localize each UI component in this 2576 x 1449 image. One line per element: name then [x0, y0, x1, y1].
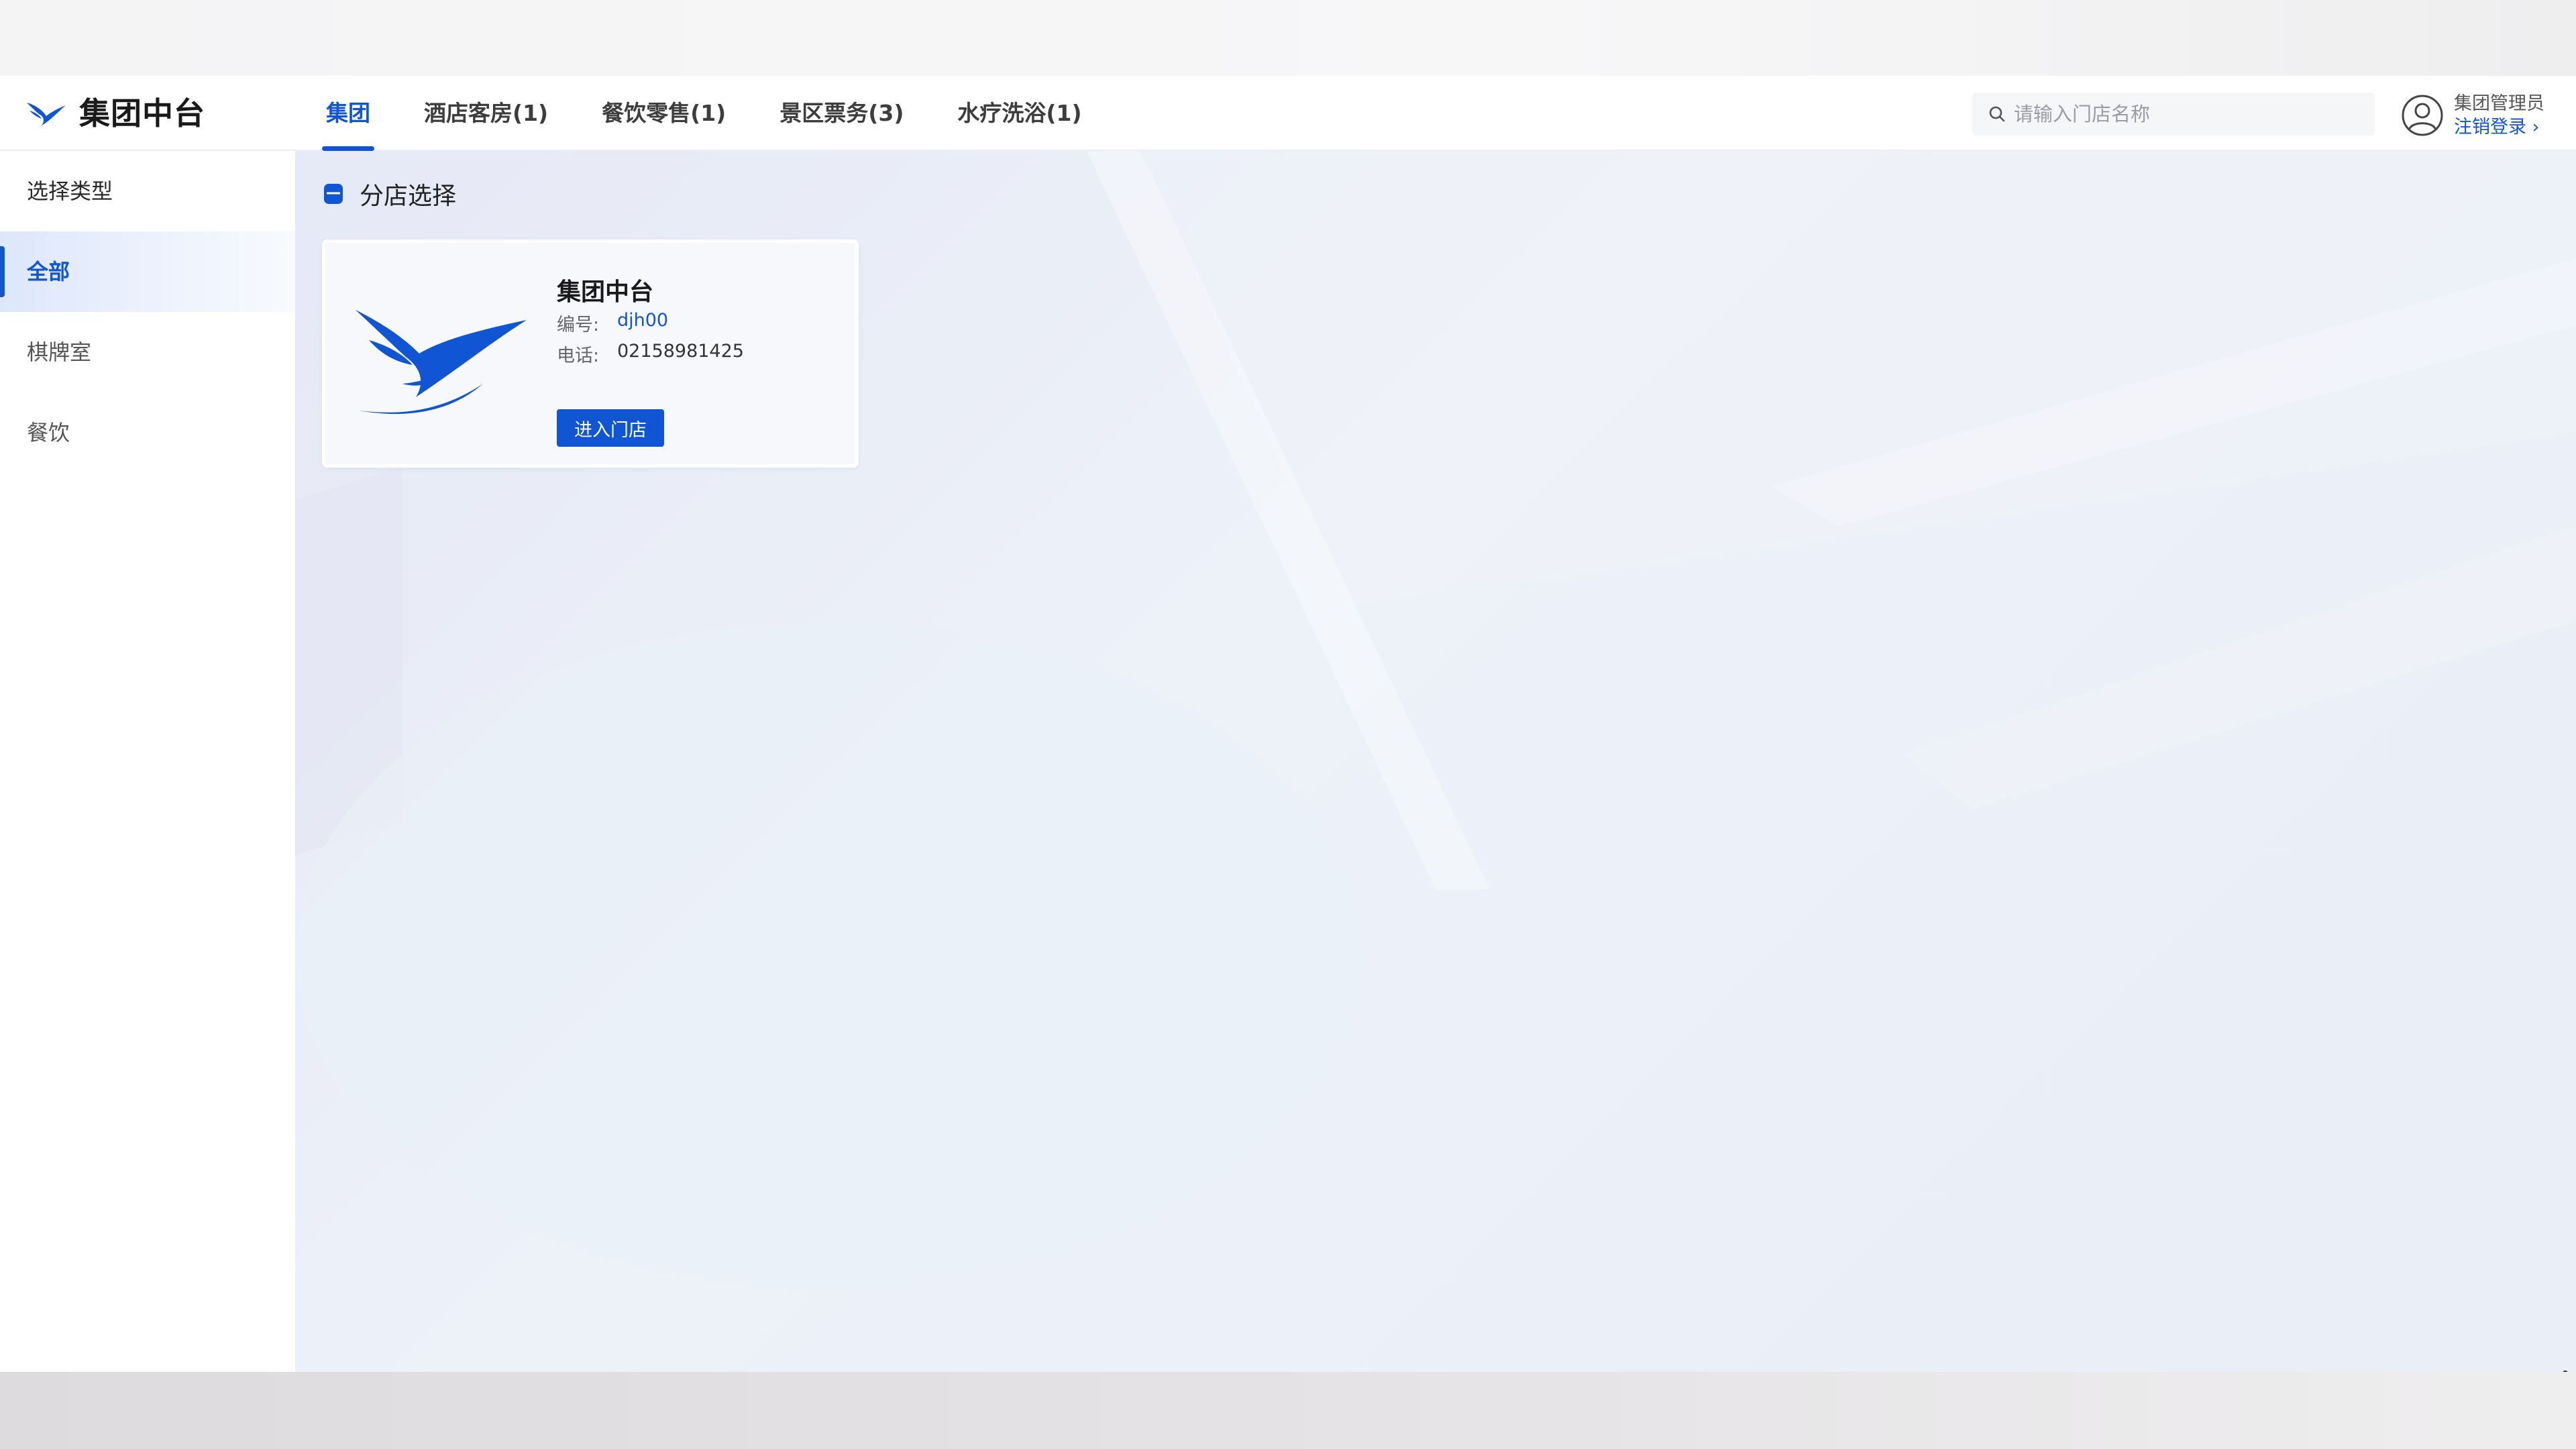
store-code-label: 编号:	[557, 315, 600, 335]
section-title-text: 分店选择	[360, 182, 457, 210]
user-avatar-icon[interactable]	[2400, 93, 2445, 138]
user-menu[interactable]: 集团管理员 注销登录 ›	[2400, 92, 2544, 139]
main-content: 分店选择 集团中台 编号: djh00 电话: 02158981425 进入门店	[295, 151, 2576, 1372]
user-info: 集团管理员 注销登录 ›	[2454, 92, 2544, 139]
store-name: 集团中台	[557, 278, 654, 306]
top-strip	[0, 0, 2576, 76]
logout-link[interactable]: 注销登录 ›	[2454, 116, 2544, 139]
tab-dining-retail[interactable]: 餐饮零售(1)	[602, 76, 726, 151]
sidebar-item-all[interactable]: 全部	[0, 231, 295, 312]
store-search-input[interactable]	[2014, 103, 2363, 125]
bottom-strip	[0, 1372, 2576, 1449]
user-name: 集团管理员	[2454, 93, 2544, 114]
store-phone-label: 电话:	[557, 345, 600, 366]
store-code-value: djh00	[617, 310, 669, 331]
store-code-row: 编号: djh00	[557, 310, 668, 336]
tab-spa-bath[interactable]: 水疗洗浴(1)	[957, 76, 1081, 151]
store-section-icon	[324, 184, 343, 204]
type-sidebar: 选择类型 全部 棋牌室 餐饮	[0, 151, 295, 1372]
store-phone-value: 02158981425	[617, 341, 744, 362]
app-window: 集团中台 集团 酒店客房(1) 餐饮零售(1) 景区票务(3) 水疗洗浴(1) …	[0, 76, 2576, 1438]
store-card[interactable]: 集团中台 编号: djh00 电话: 02158981425 进入门店	[322, 239, 859, 468]
tab-scenic-tickets[interactable]: 景区票务(3)	[780, 76, 904, 151]
search-icon	[1989, 106, 2005, 122]
store-phone-row: 电话: 02158981425	[557, 341, 744, 367]
enter-store-button[interactable]: 进入门店	[557, 409, 664, 447]
branch-section-title: 分店选择	[323, 176, 456, 211]
bird-logo-icon	[27, 103, 66, 125]
tab-group[interactable]: 集团	[322, 76, 374, 151]
store-logo-icon	[356, 310, 527, 415]
sidebar-item-chess-room[interactable]: 棋牌室	[0, 312, 295, 392]
app-brand-title: 集团中台	[79, 95, 205, 131]
store-search-box	[1972, 93, 2375, 136]
top-header: 集团中台 集团 酒店客房(1) 餐饮零售(1) 景区票务(3) 水疗洗浴(1) …	[0, 76, 2576, 151]
tab-hotel-rooms[interactable]: 酒店客房(1)	[424, 76, 548, 151]
top-nav-tabs: 集团 酒店客房(1) 餐饮零售(1) 景区票务(3) 水疗洗浴(1)	[322, 76, 1136, 151]
sidebar-item-dining[interactable]: 餐饮	[0, 392, 295, 473]
sidebar-heading: 选择类型	[27, 178, 113, 204]
